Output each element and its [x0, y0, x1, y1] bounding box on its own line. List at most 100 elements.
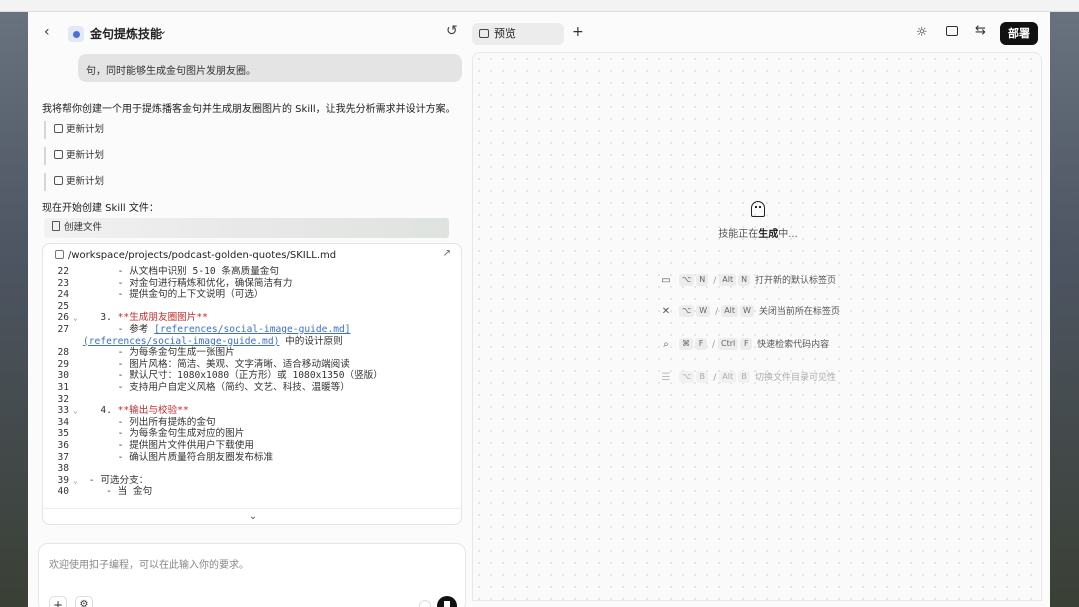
- tab-preview[interactable]: 预览: [472, 23, 564, 45]
- generating-suffix: 中...: [778, 229, 798, 240]
- code-line: 24 - 提供金句的上下文说明（可选）: [43, 289, 461, 301]
- markdown-link[interactable]: [references/social-image-guide.md]: [154, 324, 350, 335]
- theme-sun-icon[interactable]: ☼: [916, 25, 928, 40]
- chevron-down-icon[interactable]: ⌄: [158, 24, 167, 37]
- line-number: 36: [57, 439, 69, 451]
- sliders-icon[interactable]: ⇆: [975, 23, 986, 38]
- code-line: 37 - 确认图片质量符合朋友圈发布标准: [43, 451, 461, 464]
- code-text: - 当 金句: [83, 486, 153, 498]
- kbd: ⌥: [679, 371, 695, 383]
- shortcut-close-tab: ✕ ⌥ W / Alt W 关闭当前所在标签页: [659, 304, 840, 320]
- line-number: 35: [57, 428, 69, 440]
- browser-window-icon: ▭: [661, 275, 671, 286]
- kbd: F: [695, 338, 707, 350]
- markdown-bold: **输出与校验**: [117, 405, 189, 417]
- back-arrow-icon[interactable]: ‹: [44, 24, 50, 40]
- assistant-message: 我将帮你创建一个用于提炼播客金句并生成朋友圈图片的 Skill，让我先分析需求并…: [42, 104, 456, 115]
- fold-chevron-icon[interactable]: ⌄: [73, 475, 83, 487]
- line-number: 37: [57, 451, 69, 463]
- code-line: 34 - 列出所有提炼的金句: [43, 416, 461, 429]
- preview-bottom-bar: [472, 600, 1042, 607]
- shortcut-label: 关闭当前所在标签页: [758, 307, 840, 317]
- context-indicator: [419, 600, 431, 607]
- line-number: 24: [57, 289, 69, 301]
- add-button[interactable]: +: [49, 596, 67, 607]
- code-text: - 提供金句的上下文说明（可选）: [83, 289, 264, 301]
- plan-item-label: 更新计划: [66, 150, 105, 161]
- fold-chevron-icon[interactable]: ⌄: [73, 312, 83, 324]
- folder-icon[interactable]: [946, 26, 958, 36]
- code-text: - 图片风格：简洁、美观、文字清晰、适合移动端阅读: [83, 358, 350, 370]
- line-number: 29: [57, 358, 69, 370]
- app-window: ‹ 金句提炼技能 ⌄ ↺ 句，同时能够生成金句图片发朋友圈。 我将帮你创建一个用…: [28, 12, 1050, 607]
- kbd: Alt: [721, 305, 739, 317]
- kbd: N: [696, 274, 709, 286]
- kbd: W: [740, 305, 754, 317]
- code-text: 中的设计原则: [279, 335, 343, 347]
- code-text: - 可选分支：: [83, 474, 149, 486]
- code-preview-card: /workspace/projects/podcast-golden-quote…: [42, 243, 462, 525]
- generating-prefix: 技能正在: [718, 229, 759, 240]
- line-number: 31: [57, 381, 69, 393]
- code-text: - 从文档中识别 5-10 条高质量金句: [83, 266, 279, 277]
- scroll-down-chevron-icon[interactable]: ⌄: [43, 508, 461, 524]
- code-text: - 参考: [83, 323, 155, 335]
- line-number: 33: [57, 405, 69, 417]
- shortcut-label: 快速检索代码内容: [757, 340, 830, 350]
- preview-canvas: 技能正在生成中... ▭ ⌥ N / Alt N 打开新的默认标签页 ✕ ⌥ W / Alt W 关…: [472, 52, 1042, 607]
- plan-update-item[interactable]: 更新计划: [44, 147, 144, 165]
- code-body[interactable]: 22 - 从文档中识别 5-10 条高质量金句 23 - 对金句进行精炼和优化，确…: [43, 266, 461, 508]
- code-line: 22 - 从文档中识别 5-10 条高质量金句: [43, 266, 461, 278]
- code-file-header: /workspace/projects/podcast-golden-quote…: [43, 244, 461, 266]
- code-text: - 为每条金句生成一张图片: [83, 347, 235, 359]
- line-number: 28: [57, 347, 69, 359]
- code-text: - 支持用户自定义风格（简约、文艺、科技、温暖等）: [83, 381, 350, 393]
- code-text: - 默认尺寸：1080x1080（正方形）或 1080x1350（竖版）: [83, 370, 383, 382]
- skill-title[interactable]: 金句提炼技能: [90, 25, 162, 42]
- expand-icon[interactable]: ↗: [443, 248, 451, 259]
- plan-icon: [54, 176, 63, 185]
- chat-input-box[interactable]: 欢迎使用扣子编程，可以在此输入你的要求。 + ⚙: [38, 543, 466, 607]
- code-line: (references/social-image-guide.md) 中的设计原…: [43, 335, 461, 348]
- history-icon[interactable]: ↺: [446, 23, 458, 39]
- code-line: 23 - 对金句进行精炼和优化，确保简洁有力: [43, 277, 461, 290]
- chat-input-placeholder[interactable]: 欢迎使用扣子编程，可以在此输入你的要求。: [49, 556, 249, 571]
- code-line: 26 ⌄ 3. **生成朋友圈图片**: [43, 312, 461, 324]
- start-create-text: 现在开始创建 Skill 文件：: [42, 203, 159, 214]
- plan-icon: [54, 150, 63, 159]
- line-number: 27: [57, 323, 69, 335]
- chat-header: ‹ 金句提炼技能 ⌄ ↺: [28, 22, 472, 46]
- kbd: ⌥: [679, 305, 695, 317]
- code-line: 35 - 为每条金句生成对应的图片: [43, 428, 461, 440]
- generating-bold: 生成: [758, 229, 779, 240]
- code-line: 40 - 当 金句: [43, 486, 461, 498]
- plan-update-item[interactable]: 更新计划: [44, 173, 144, 191]
- kbd: ⌥: [679, 274, 695, 286]
- code-line: 32: [43, 393, 461, 406]
- shortcut-label: 切换文件目录可见性: [754, 373, 836, 383]
- plan-item-label: 更新计划: [66, 176, 105, 187]
- user-message-bubble: 句，同时能够生成金句图片发朋友圈。: [78, 54, 462, 82]
- close-icon: ✕: [661, 306, 671, 317]
- user-message-text: 句，同时能够生成金句图片发朋友圈。: [86, 66, 256, 77]
- code-text: - 列出所有提炼的金句: [83, 416, 216, 428]
- new-tab-plus-icon[interactable]: +: [572, 24, 584, 40]
- plan-update-item[interactable]: 更新计划: [44, 121, 144, 139]
- kbd: N: [738, 274, 751, 286]
- kbd: B: [738, 371, 751, 383]
- kbd: W: [696, 305, 711, 317]
- line-number: 32: [57, 393, 69, 405]
- code-line: 39 ⌄ - 可选分支：: [43, 474, 461, 487]
- line-number: 40: [57, 486, 69, 498]
- deploy-button[interactable]: 部署: [1000, 22, 1038, 45]
- create-file-step[interactable]: 创建文件: [44, 218, 449, 238]
- code-line: 36 - 提供图片文件供用户下载使用: [43, 439, 461, 452]
- kbd: F: [740, 338, 753, 350]
- line-number: 25: [57, 300, 69, 312]
- line-number: 23: [57, 277, 69, 289]
- line-number: 22: [57, 266, 69, 277]
- markdown-link[interactable]: (references/social-image-guide.md): [83, 336, 279, 347]
- settings-sliders-icon[interactable]: ⚙: [75, 596, 93, 607]
- stop-button[interactable]: [437, 596, 457, 607]
- fold-chevron-icon[interactable]: ⌄: [73, 405, 83, 417]
